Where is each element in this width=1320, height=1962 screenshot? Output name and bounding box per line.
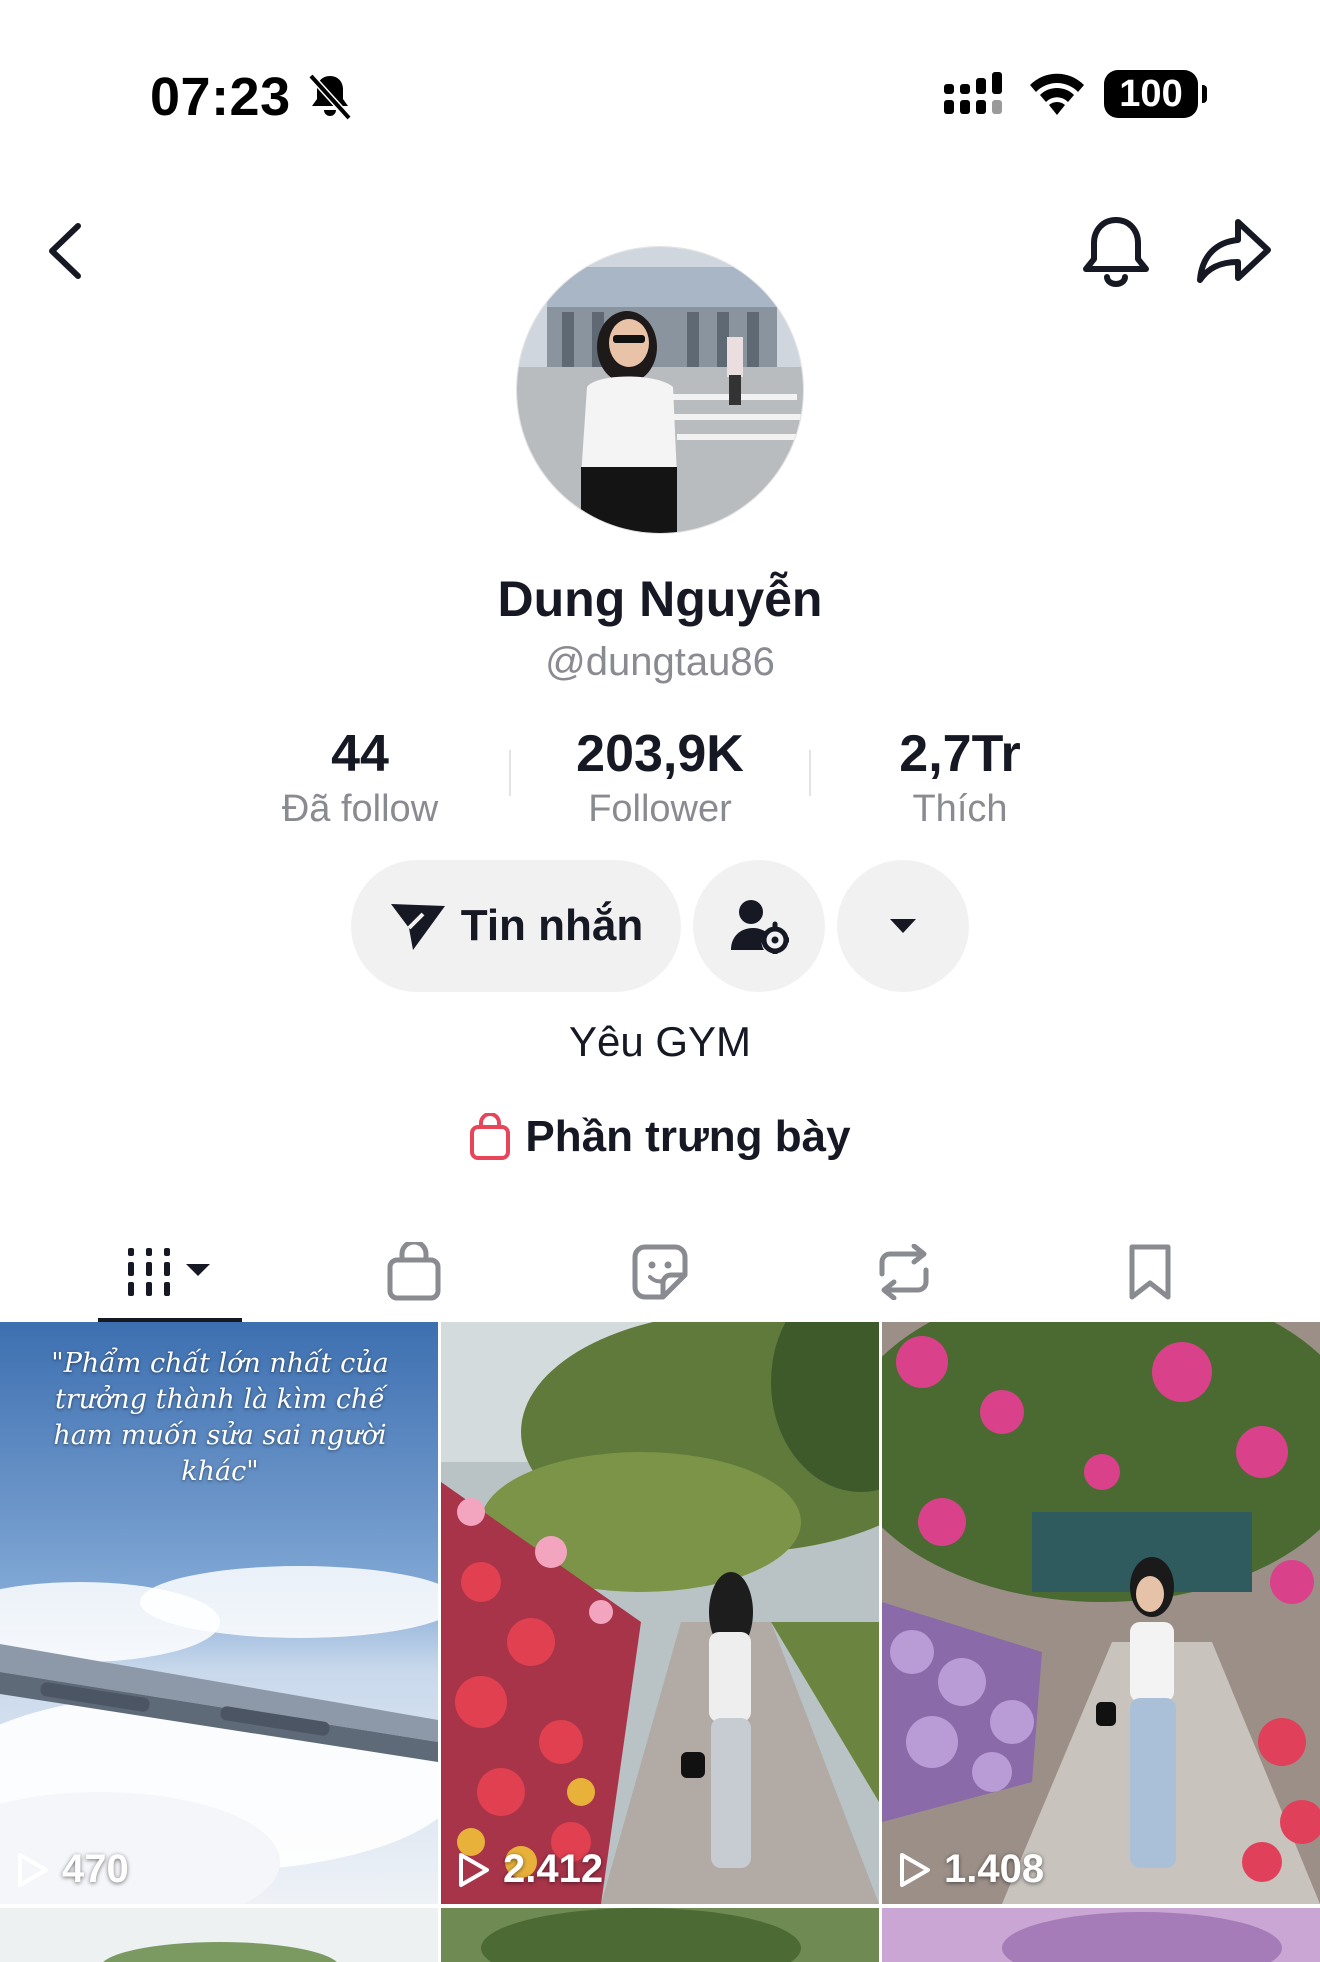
video-thumbnail <box>0 1908 438 1962</box>
view-count: 2.412 <box>457 1847 603 1892</box>
back-arrow-icon[interactable] <box>40 220 92 282</box>
avatar[interactable] <box>516 246 804 534</box>
tab-stickers[interactable] <box>600 1222 720 1322</box>
status-bar: 07:23 100 <box>0 0 1320 190</box>
stat-label: Follower <box>588 788 732 830</box>
video-tile[interactable]: 2.412 <box>441 1322 879 1904</box>
video-caption: "Phẩm chất lớn nhất của trưởng thành là … <box>51 1348 389 1487</box>
display-name: Dung Nguyễn <box>497 571 823 627</box>
tab-videos[interactable] <box>98 1222 242 1322</box>
bookmark-icon <box>1129 1244 1171 1300</box>
avatar-photo <box>517 247 803 533</box>
shopping-bag-icon <box>387 1242 441 1301</box>
stat-following[interactable]: 44 Đã follow <box>240 722 480 832</box>
battery-level: 100 <box>1119 72 1183 115</box>
username: @dungtau86 <box>545 640 775 684</box>
video-tile[interactable] <box>441 1908 879 1962</box>
user-settings-icon <box>731 900 789 954</box>
video-thumbnail <box>882 1322 1320 1904</box>
stat-likes[interactable]: 2,7Tr Thích <box>840 722 1080 832</box>
profile-actions: Tin nhắn <box>0 860 1320 994</box>
play-icon <box>18 1852 48 1887</box>
message-button-label: Tin nhắn <box>460 901 644 950</box>
content-tabs <box>0 1222 1320 1323</box>
tab-reposts[interactable] <box>844 1222 964 1322</box>
profile-stats: 44 Đã follow 203,9K Follower 2,7Tr Thích <box>0 722 1320 832</box>
bell-slash-icon <box>308 73 352 121</box>
stat-value: 203,9K <box>576 725 744 783</box>
view-count-value: 470 <box>62 1847 129 1891</box>
sticker-icon <box>632 1244 688 1300</box>
caret-down-icon <box>890 919 916 933</box>
showcase-link[interactable]: Phần trưng bày <box>0 1112 1320 1162</box>
play-icon <box>900 1852 930 1887</box>
stat-value: 2,7Tr <box>899 725 1021 783</box>
stat-label: Đã follow <box>281 788 439 830</box>
tab-favorites[interactable] <box>1090 1222 1210 1322</box>
view-count: 470 <box>16 1847 129 1892</box>
stat-followers[interactable]: 203,9K Follower <box>540 722 780 832</box>
stat-divider <box>809 750 811 796</box>
more-dropdown-button[interactable] <box>837 860 969 992</box>
showcase-label: Phần trưng bày <box>525 1112 851 1161</box>
share-icon[interactable] <box>1196 216 1272 286</box>
video-thumbnail <box>441 1322 879 1904</box>
user-settings-button[interactable] <box>693 860 825 992</box>
send-icon <box>390 904 445 950</box>
video-thumbnail <box>882 1908 1320 1962</box>
stat-label: Thích <box>912 788 1008 830</box>
tab-shop[interactable] <box>354 1222 474 1322</box>
battery-icon: 100 <box>1104 70 1207 118</box>
view-count-value: 1.408 <box>944 1847 1045 1891</box>
status-indicators: 100 <box>942 70 1207 118</box>
stat-divider <box>509 750 511 796</box>
video-tile[interactable] <box>882 1908 1320 1962</box>
play-icon <box>459 1852 489 1887</box>
video-grid-icon <box>128 1248 210 1296</box>
view-count: 1.408 <box>898 1847 1044 1892</box>
wifi-icon <box>1030 73 1084 115</box>
profile-bio: Yêu GYM <box>568 1018 752 1065</box>
video-tile[interactable]: 1.408 <box>882 1322 1320 1904</box>
video-tile[interactable] <box>0 1908 438 1962</box>
repost-icon <box>879 1244 929 1300</box>
message-button[interactable]: Tin nhắn <box>351 860 681 992</box>
stat-value: 44 <box>331 725 389 783</box>
cellular-signal-icon <box>944 72 1002 114</box>
status-time: 07:23 <box>150 67 291 127</box>
shopping-bag-icon <box>470 1113 511 1160</box>
bell-icon[interactable] <box>1080 214 1152 288</box>
video-tile[interactable]: "Phẩm chất lớn nhất của trưởng thành là … <box>0 1322 438 1904</box>
video-thumbnail <box>441 1908 879 1962</box>
view-count-value: 2.412 <box>503 1847 604 1891</box>
